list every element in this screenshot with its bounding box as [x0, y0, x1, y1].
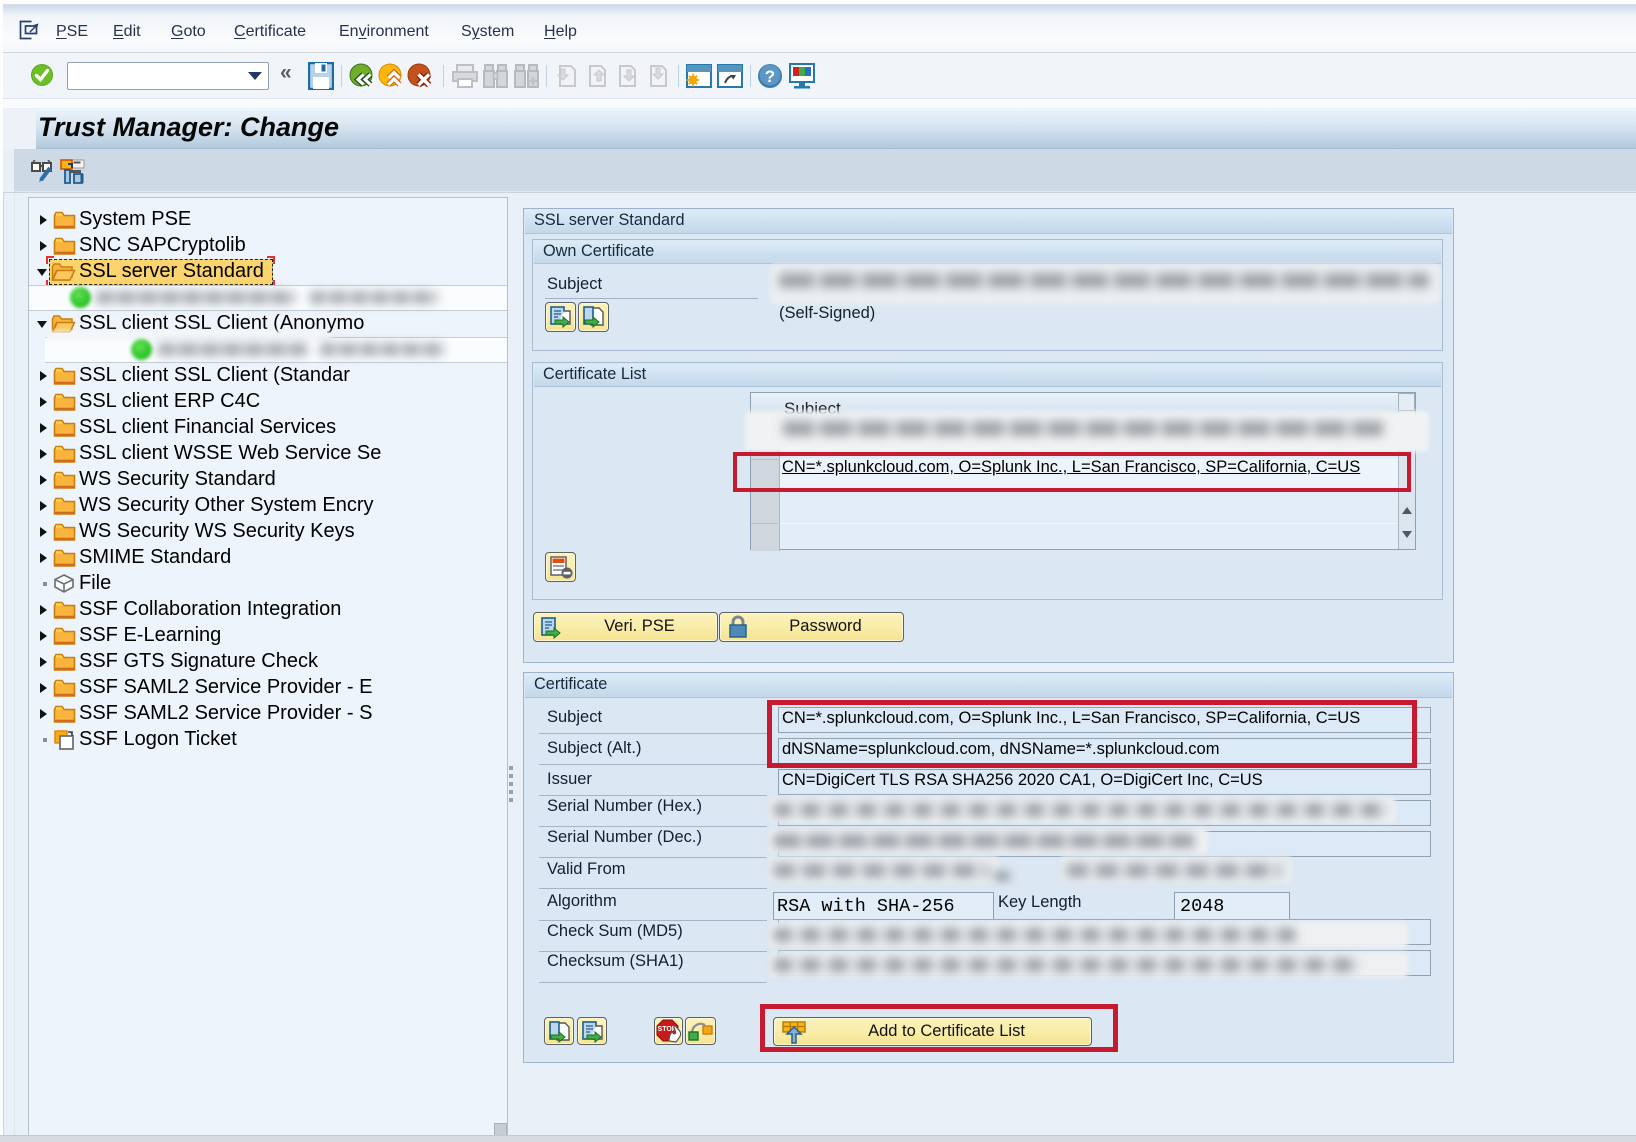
svg-text:?: ? — [765, 67, 775, 86]
